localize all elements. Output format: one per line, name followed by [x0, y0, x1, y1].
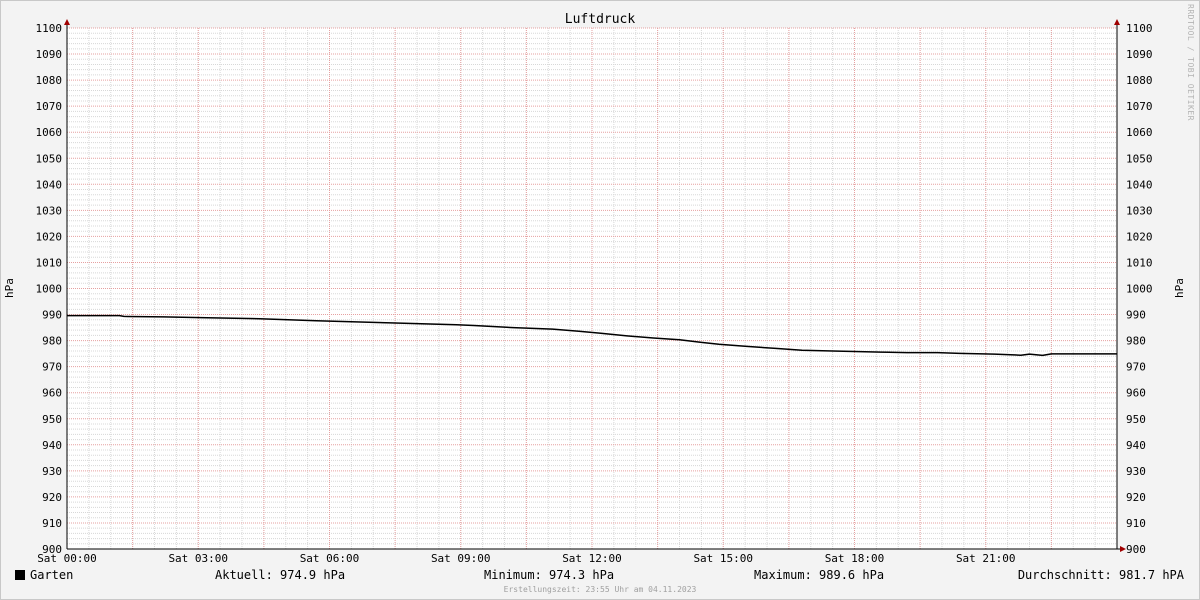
- y-tick-label: 1090: [1126, 48, 1153, 61]
- x-tick-label: Sat 06:00: [300, 552, 360, 565]
- y-tick-label: 1060: [36, 126, 63, 139]
- stat-current: Aktuell: 974.9 hPa: [215, 568, 346, 582]
- y-tick-label: 910: [42, 517, 62, 530]
- y-tick-label: 940: [42, 439, 62, 452]
- y-tick-label: 1000: [36, 283, 63, 296]
- y-tick-label: 1100: [36, 22, 63, 35]
- stat-maximum: Maximum: 989.6 hPa: [754, 568, 885, 582]
- y-tick-label: 1080: [36, 74, 63, 87]
- stat-average: Durchschnitt: 981.7 hPA: [1017, 568, 1184, 582]
- x-tick-label: Sat 15:00: [693, 552, 753, 565]
- y-tick-label: 1030: [36, 204, 63, 217]
- y-tick-label: 990: [1126, 309, 1146, 322]
- x-tick-labels: Sat 00:00 Sat 03:00 Sat 06:00 Sat 09:00 Sat …: [37, 552, 1015, 565]
- y-tick-label: 950: [1126, 413, 1146, 426]
- y-tick-label: 1090: [36, 48, 63, 61]
- y-tick-label: 970: [1126, 361, 1146, 374]
- y-tick-label: 1080: [1126, 74, 1153, 87]
- y-tick-label: 930: [1126, 465, 1146, 478]
- y-axis-arrow-right: [1114, 19, 1120, 25]
- y-tick-label: 1020: [1126, 230, 1153, 243]
- y-tick-label: 1030: [1126, 204, 1153, 217]
- x-tick-label: Sat 18:00: [825, 552, 885, 565]
- y-tick-label: 1060: [1126, 126, 1153, 139]
- chart-title: Luftdruck: [565, 12, 636, 27]
- y-tick-label: 1020: [36, 230, 63, 243]
- y-axis-label-left: hPa: [3, 278, 16, 298]
- y-tick-label: 970: [42, 361, 62, 374]
- x-tick-label: Sat 03:00: [168, 552, 228, 565]
- y-tick-label: 1010: [36, 256, 63, 269]
- y-tick-label: 980: [1126, 335, 1146, 348]
- y-tick-label: 900: [1126, 543, 1146, 556]
- y-tick-label: 930: [42, 465, 62, 478]
- rrdtool-watermark: RRDTOOL / TOBI OETIKER: [1186, 4, 1195, 121]
- y-tick-label: 920: [42, 491, 62, 504]
- y-tick-label: 1100: [1126, 22, 1153, 35]
- y-tick-label: 990: [42, 309, 62, 322]
- pressure-chart: 900 910 920 930 940 950 960 970 980 990 1000 1010 10…: [3, 12, 1186, 565]
- y-axis-arrow-left: [64, 19, 70, 25]
- y-tick-label: 1040: [1126, 178, 1153, 191]
- y-tick-label: 1010: [1126, 256, 1153, 269]
- y-tick-label: 960: [1126, 387, 1146, 400]
- y-tick-label: 1070: [36, 100, 63, 113]
- y-tick-label: 960: [42, 387, 62, 400]
- y-tick-label: 1050: [36, 152, 63, 165]
- legend-series-label: Garten: [30, 568, 74, 582]
- x-tick-label: Sat 00:00: [37, 552, 97, 565]
- x-tick-label: Sat 21:00: [956, 552, 1016, 565]
- x-tick-label: Sat 12:00: [562, 552, 622, 565]
- y-tick-label: 1040: [36, 178, 63, 191]
- legend-swatch: [15, 570, 25, 580]
- y-tick-label: 1050: [1126, 152, 1153, 165]
- y-tick-label: 980: [42, 335, 62, 348]
- y-tick-labels-right: 900 910 920 930 940 950 960 970 980 990 1000 1010 10…: [1126, 22, 1153, 556]
- legend-series: Garten: [15, 568, 73, 582]
- y-tick-labels-left: 9009109209309409509609709809901000101010…: [36, 22, 63, 556]
- y-axis-label-right: hPa: [1173, 278, 1186, 298]
- generation-time-note: Erstellungszeit: 23:55 Uhr am 04.11.2023: [503, 585, 697, 594]
- y-tick-label: 910: [1126, 517, 1146, 530]
- y-tick-label: 1070: [1126, 100, 1153, 113]
- y-tick-label: 1000: [1126, 283, 1153, 296]
- y-tick-label: 940: [1126, 439, 1146, 452]
- stat-minimum: Minimum: 974.3 hPa: [484, 568, 615, 582]
- x-tick-label: Sat 09:00: [431, 552, 491, 565]
- y-tick-label: 920: [1126, 491, 1146, 504]
- y-tick-label: 950: [42, 413, 62, 426]
